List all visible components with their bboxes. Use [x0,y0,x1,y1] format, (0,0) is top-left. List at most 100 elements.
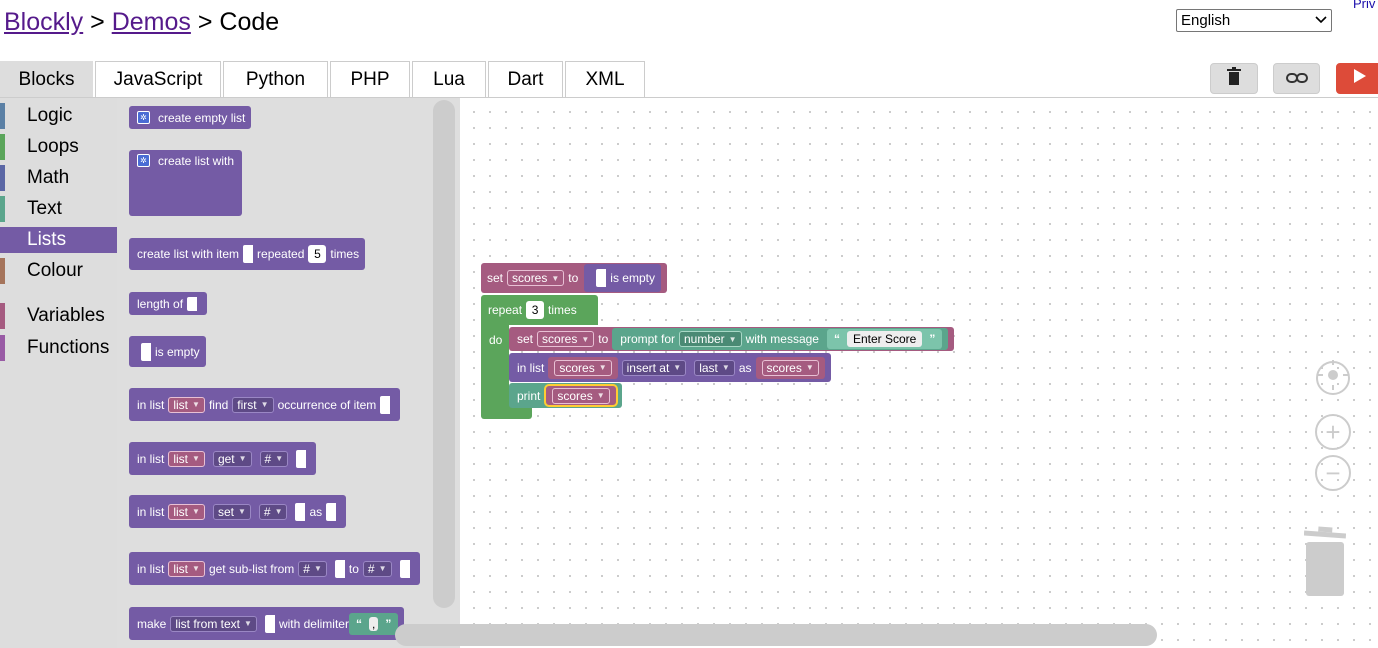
zoom-out-button[interactable]: − [1315,455,1351,491]
block-text-literal[interactable]: “ , ” [348,612,399,635]
block-set-scores-prompt[interactable]: set scores ▼ to prompt for number ▼ with m… [509,327,955,351]
variable-dropdown[interactable]: scores ▼ [761,359,819,376]
tab-python[interactable]: Python [223,61,328,98]
block-label: in list [137,561,165,576]
category-loops[interactable]: Loops [0,134,117,160]
block-list-insert[interactable]: in list scores ▼ insert at ▼ last ▼ as scor… [509,353,831,382]
tab-php[interactable]: PHP [330,61,410,98]
run-button[interactable] [1336,63,1378,94]
block-variable-get[interactable]: scores ▼ [548,356,618,379]
dropdown-field[interactable]: get ▼ [212,450,252,467]
text-field[interactable]: , [368,616,379,631]
privacy-link[interactable]: Priv [1353,0,1375,11]
block-label: get sub-list from [208,561,295,576]
dropdown-field[interactable]: insert at ▼ [621,359,687,376]
tab-blocks[interactable]: Blocks [0,61,93,98]
variable-dropdown[interactable]: list ▼ [168,396,205,413]
zoom-in-button[interactable]: + [1315,414,1351,450]
block-label: repeat [488,303,523,317]
block-get-sublist[interactable]: in list list ▼ get sub-list from # ▼ to # ▼ [129,552,420,585]
block-label: to [568,271,579,285]
block-set-scores[interactable]: set scores ▼ to is empty [481,263,667,293]
block-print[interactable]: print scores ▼ [509,383,622,408]
variable-dropdown[interactable]: list ▼ [168,503,205,520]
variable-dropdown[interactable]: scores ▼ [554,359,612,376]
category-color-bar [0,165,5,191]
block-text-literal[interactable]: “ Enter Score ” [826,329,943,349]
block-variable-get[interactable]: scores ▼ [755,356,825,379]
tab-javascript[interactable]: JavaScript [95,61,221,98]
value-socket [326,502,337,521]
gear-icon: ✲ [137,111,150,124]
block-repeat[interactable]: repeat 3 times [481,295,598,325]
dropdown-field[interactable]: # ▼ [259,450,289,467]
breadcrumb-link-demos[interactable]: Demos [112,8,191,36]
block-label: in list [137,397,165,412]
flyout-scrollbar[interactable] [433,100,455,608]
value-socket [141,342,151,361]
block-split-text[interactable]: make list from text ▼ with delimiter “ , … [129,607,405,640]
trash-button[interactable] [1210,63,1258,94]
block-prompt[interactable]: prompt for number ▼ with message “ Enter … [612,328,949,350]
workspace-horizontal-scrollbar[interactable] [395,624,1157,646]
block-is-empty[interactable]: is empty [129,336,206,367]
category-label: Variables [27,305,105,326]
quote-close-icon: ” [385,616,392,631]
block-label: find [208,397,229,412]
block-length-of[interactable]: length of [129,292,208,315]
category-lists[interactable]: Lists [0,227,117,253]
block-label: as [738,360,752,375]
block-variable-get-selected[interactable]: scores ▼ [544,384,618,407]
dropdown-field[interactable]: # ▼ [298,560,327,577]
dropdown-field[interactable]: # ▼ [362,560,392,577]
link-button[interactable] [1273,63,1320,94]
dropdown-field[interactable]: last ▼ [694,359,735,376]
tab-dart[interactable]: Dart [488,61,563,98]
breadcrumb-separator: > [197,8,213,36]
value-socket [334,559,345,578]
category-logic[interactable]: Logic [0,103,117,129]
workspace-trashcan-icon[interactable] [1303,524,1347,596]
category-color-bar [0,134,5,160]
category-math[interactable]: Math [0,165,117,191]
value-socket [264,614,275,633]
tab-lua[interactable]: Lua [412,61,486,98]
breadcrumb-separator: > [90,8,105,36]
variable-dropdown[interactable]: list ▼ [168,450,205,467]
variable-dropdown[interactable]: scores ▼ [507,270,565,286]
block-list-repeat[interactable]: create list with item repeated 5 times [129,238,366,270]
block-list-get[interactable]: in list list ▼ get ▼ # ▼ [129,442,317,475]
block-create-empty-list[interactable]: ✲ create empty list [129,106,252,129]
block-label: is empty [155,344,200,359]
dropdown-field[interactable]: number ▼ [678,331,742,347]
recenter-button[interactable] [1316,359,1350,395]
language-select[interactable]: English [1176,9,1332,32]
quote-close-icon: ” [929,332,936,346]
category-color-bar [0,258,5,284]
block-list-set[interactable]: in list list ▼ set ▼ # ▼ as [129,495,347,528]
number-field[interactable]: 5 [308,245,327,263]
category-text[interactable]: Text [0,196,117,222]
value-socket [380,395,391,414]
dropdown-field[interactable]: first ▼ [232,396,274,413]
dropdown-field[interactable]: # ▼ [258,503,288,520]
block-create-list-with[interactable]: ✲ create list with [129,150,242,216]
block-is-empty[interactable]: is empty [584,264,661,292]
tab-xml[interactable]: XML [565,61,645,98]
block-label: length of [137,296,184,311]
category-functions[interactable]: Functions [0,335,117,361]
category-colour[interactable]: Colour [0,258,117,284]
text-field[interactable]: Enter Score [846,331,923,347]
variable-dropdown[interactable]: scores ▼ [537,331,595,347]
block-label: as [309,504,323,519]
block-find-in-list[interactable]: in list list ▼ find first ▼ occurrence of … [129,388,401,421]
category-color-bar [0,303,5,329]
minus-icon: − [1325,457,1341,488]
variable-dropdown[interactable]: scores ▼ [552,387,610,404]
dropdown-field[interactable]: set ▼ [212,503,251,520]
dropdown-field[interactable]: list from text ▼ [170,615,257,632]
number-field[interactable]: 3 [526,301,545,319]
breadcrumb-link-blockly[interactable]: Blockly [4,8,83,36]
variable-dropdown[interactable]: list ▼ [168,560,205,577]
category-variables[interactable]: Variables [0,303,117,329]
